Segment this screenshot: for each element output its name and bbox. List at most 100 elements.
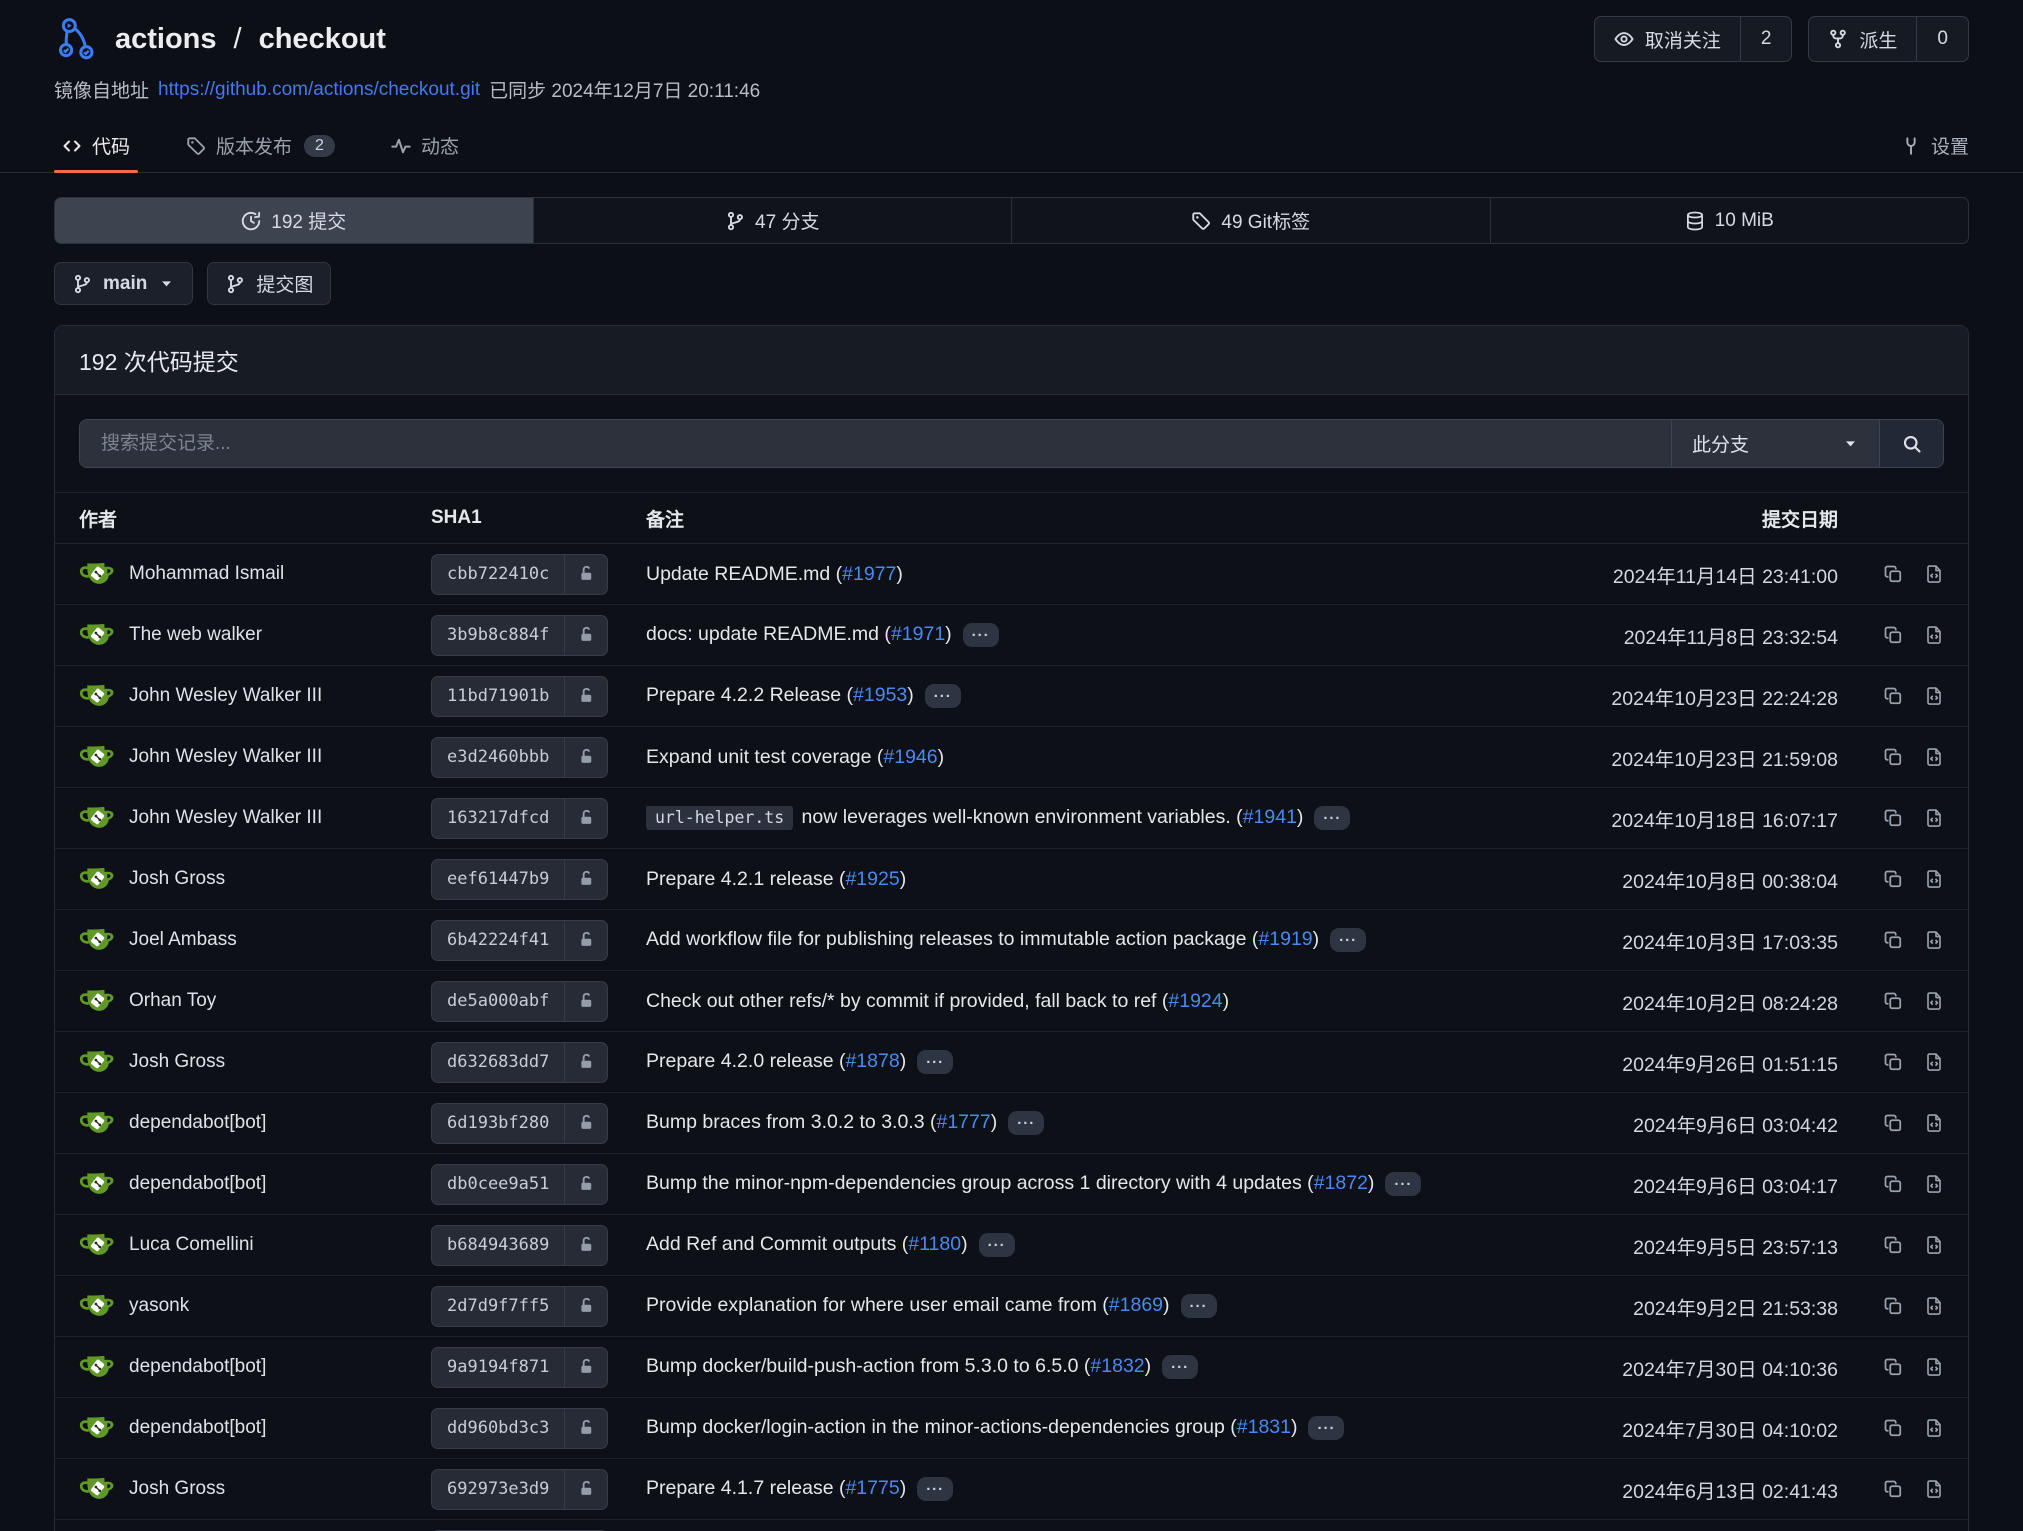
browse-source-button[interactable] <box>1924 1052 1944 1072</box>
branch-scope-select[interactable]: 此分支 <box>1671 420 1879 467</box>
sha-badge[interactable]: 6d193bf280 <box>431 1103 608 1144</box>
expand-message-button[interactable]: ··· <box>1308 1416 1344 1440</box>
browse-source-button[interactable] <box>1924 1296 1944 1316</box>
copy-sha-button[interactable] <box>1883 1479 1903 1499</box>
sha-badge[interactable]: 3b9b8c884f <box>431 615 608 656</box>
copy-sha-button[interactable] <box>1883 1052 1903 1072</box>
copy-sha-button[interactable] <box>1883 1296 1903 1316</box>
author-name[interactable]: Josh Gross <box>129 1478 225 1500</box>
fork-count[interactable]: 0 <box>1916 17 1968 61</box>
branch-selector[interactable]: main <box>54 262 193 305</box>
avatar[interactable] <box>79 739 115 775</box>
repo-owner-link[interactable]: actions <box>115 23 217 56</box>
sha-badge[interactable]: b684943689 <box>431 1225 608 1266</box>
expand-message-button[interactable]: ··· <box>1330 928 1366 952</box>
avatar[interactable] <box>79 1349 115 1385</box>
author-name[interactable]: The web walker <box>129 624 262 646</box>
tab-releases[interactable]: 版本发布 2 <box>178 119 343 172</box>
browse-source-button[interactable] <box>1924 686 1944 706</box>
avatar[interactable] <box>79 556 115 592</box>
copy-sha-button[interactable] <box>1883 1235 1903 1255</box>
author-name[interactable]: John Wesley Walker III <box>129 746 322 768</box>
avatar[interactable] <box>79 983 115 1019</box>
browse-source-button[interactable] <box>1924 1113 1944 1133</box>
unwatch-button[interactable]: 取消关注 <box>1595 17 1740 61</box>
copy-sha-button[interactable] <box>1883 930 1903 950</box>
issue-link[interactable]: #1832 <box>1090 1355 1144 1377</box>
avatar[interactable] <box>79 617 115 653</box>
author-name[interactable]: John Wesley Walker III <box>129 685 322 707</box>
author-name[interactable]: Mohammad Ismail <box>129 563 284 585</box>
issue-link[interactable]: #1869 <box>1109 1294 1163 1316</box>
author-name[interactable]: dependabot[bot] <box>129 1417 266 1439</box>
copy-sha-button[interactable] <box>1883 1174 1903 1194</box>
author-name[interactable]: Josh Gross <box>129 868 225 890</box>
avatar[interactable] <box>79 1044 115 1080</box>
commit-graph-button[interactable]: 提交图 <box>207 262 331 305</box>
expand-message-button[interactable]: ··· <box>1008 1111 1044 1135</box>
expand-message-button[interactable]: ··· <box>925 684 961 708</box>
tab-code[interactable]: 代码 <box>54 119 138 172</box>
copy-sha-button[interactable] <box>1883 1113 1903 1133</box>
copy-sha-button[interactable] <box>1883 1418 1903 1438</box>
stat-tags[interactable]: 49 Git标签 <box>1011 198 1490 243</box>
expand-message-button[interactable]: ··· <box>917 1477 953 1501</box>
issue-link[interactable]: #1777 <box>936 1111 990 1133</box>
tab-activity[interactable]: 动态 <box>383 119 467 172</box>
browse-source-button[interactable] <box>1924 747 1944 767</box>
sha-badge[interactable]: dd960bd3c3 <box>431 1408 608 1449</box>
avatar[interactable] <box>79 1166 115 1202</box>
copy-sha-button[interactable] <box>1883 991 1903 1011</box>
avatar[interactable] <box>79 1471 115 1507</box>
browse-source-button[interactable] <box>1924 1479 1944 1499</box>
issue-link[interactable]: #1775 <box>845 1477 899 1499</box>
sha-badge[interactable]: 163217dfcd <box>431 798 608 839</box>
copy-sha-button[interactable] <box>1883 564 1903 584</box>
author-name[interactable]: dependabot[bot] <box>129 1173 266 1195</box>
author-name[interactable]: dependabot[bot] <box>129 1356 266 1378</box>
watch-count[interactable]: 2 <box>1740 17 1792 61</box>
expand-message-button[interactable]: ··· <box>979 1233 1015 1257</box>
sha-badge[interactable]: db0cee9a51 <box>431 1164 608 1205</box>
browse-source-button[interactable] <box>1924 1418 1944 1438</box>
sha-badge[interactable]: d632683dd7 <box>431 1042 608 1083</box>
avatar[interactable] <box>79 800 115 836</box>
avatar[interactable] <box>79 1288 115 1324</box>
avatar[interactable] <box>79 922 115 958</box>
issue-link[interactable]: #1919 <box>1258 928 1312 950</box>
commit-search-button[interactable] <box>1879 420 1943 467</box>
copy-sha-button[interactable] <box>1883 625 1903 645</box>
sha-badge[interactable]: 692973e3d9 <box>431 1469 608 1510</box>
commit-search-input[interactable] <box>80 420 1671 467</box>
author-name[interactable]: Josh Gross <box>129 1051 225 1073</box>
author-name[interactable]: Joel Ambass <box>129 929 237 951</box>
sha-badge[interactable]: 6b42224f41 <box>431 920 608 961</box>
avatar[interactable] <box>79 1227 115 1263</box>
issue-link[interactable]: #1971 <box>891 623 945 645</box>
copy-sha-button[interactable] <box>1883 869 1903 889</box>
repo-name-link[interactable]: checkout <box>259 23 386 56</box>
sha-badge[interactable]: cbb722410c <box>431 554 608 595</box>
sha-badge[interactable]: 11bd71901b <box>431 676 608 717</box>
expand-message-button[interactable]: ··· <box>1162 1355 1198 1379</box>
author-name[interactable]: yasonk <box>129 1295 189 1317</box>
issue-link[interactable]: #1977 <box>842 563 896 585</box>
expand-message-button[interactable]: ··· <box>1314 806 1350 830</box>
copy-sha-button[interactable] <box>1883 808 1903 828</box>
issue-link[interactable]: #1831 <box>1237 1416 1291 1438</box>
issue-link[interactable]: #1180 <box>908 1233 961 1255</box>
issue-link[interactable]: #1924 <box>1168 990 1222 1012</box>
issue-link[interactable]: #1925 <box>845 868 899 890</box>
expand-message-button[interactable]: ··· <box>917 1050 953 1074</box>
expand-message-button[interactable]: ··· <box>963 623 999 647</box>
browse-source-button[interactable] <box>1924 625 1944 645</box>
stat-size[interactable]: 10 MiB <box>1490 198 1969 243</box>
issue-link[interactable]: #1946 <box>883 746 937 768</box>
expand-message-button[interactable]: ··· <box>1385 1172 1421 1196</box>
browse-source-button[interactable] <box>1924 564 1944 584</box>
issue-link[interactable]: #1872 <box>1314 1172 1368 1194</box>
mirror-url-link[interactable]: https://github.com/actions/checkout.git <box>158 79 480 101</box>
browse-source-button[interactable] <box>1924 991 1944 1011</box>
copy-sha-button[interactable] <box>1883 1357 1903 1377</box>
issue-link[interactable]: #1953 <box>853 684 907 706</box>
